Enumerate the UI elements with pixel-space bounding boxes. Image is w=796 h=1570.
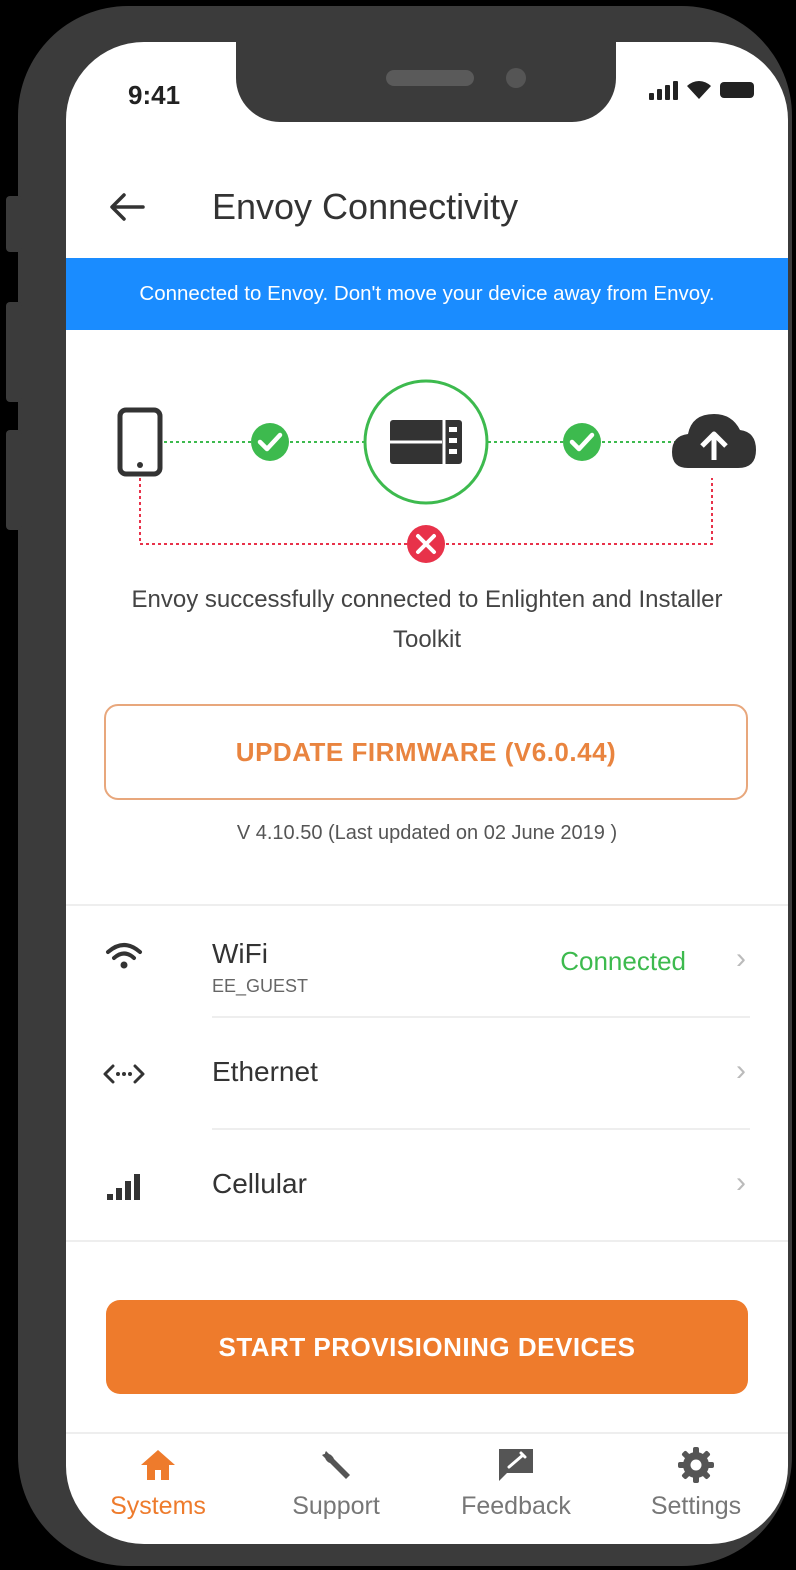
tab-label: Systems <box>110 1492 206 1520</box>
feedback-icon <box>436 1442 596 1488</box>
tab-support[interactable]: Support <box>256 1442 416 1542</box>
tab-label: Feedback <box>461 1492 571 1520</box>
connection-name: Cellular <box>212 1168 307 1199</box>
tab-label: Settings <box>650 1492 742 1520</box>
connection-name: WiFi <box>212 938 268 969</box>
start-provisioning-button[interactable]: START PROVISIONING DEVICES <box>106 1300 748 1394</box>
gear-icon <box>616 1442 776 1488</box>
volume-up-button <box>6 302 22 402</box>
wifi-icon <box>100 936 148 976</box>
home-icon <box>78 1442 238 1488</box>
header: Envoy Connectivity <box>66 172 788 242</box>
divider <box>212 1128 750 1130</box>
chevron-right-icon: › <box>736 1166 746 1199</box>
arrow-left-icon <box>110 193 145 221</box>
tab-label: Support <box>292 1492 380 1520</box>
wifi-status-icon <box>687 81 711 99</box>
cloud-upload-icon <box>672 414 756 468</box>
tab-feedback[interactable]: Feedback <box>436 1442 596 1542</box>
divider <box>66 1240 788 1242</box>
signal-icon <box>649 80 678 100</box>
volume-down-button <box>6 430 22 530</box>
connection-status: Connected <box>560 946 686 976</box>
wrench-icon <box>256 1442 416 1488</box>
page-title: Envoy Connectivity <box>212 186 519 227</box>
chevron-right-icon: › <box>736 942 746 975</box>
x-circle-icon <box>407 525 445 563</box>
smartphone-icon <box>117 407 163 477</box>
notch <box>236 42 616 122</box>
connection-row-ethernet[interactable]: Ethernet › <box>66 1020 788 1132</box>
status-time: 9:41 <box>128 80 181 110</box>
connection-status-message: Envoy successfully connected to Enlighte… <box>131 586 723 653</box>
connection-row-wifi[interactable]: WiFi EE_GUEST Connected › <box>66 908 788 1020</box>
status-icons <box>649 80 754 100</box>
chevron-right-icon: › <box>736 1054 746 1087</box>
speaker <box>386 70 474 86</box>
update-firmware-button[interactable]: UPDATE FIRMWARE (V6.0.44) <box>104 704 748 800</box>
mute-switch <box>6 196 22 252</box>
phone-frame: 9:41 Envoy Connectivity Connected to Env… <box>6 6 792 1566</box>
check-circle-icon <box>563 423 601 461</box>
battery-icon <box>720 82 754 98</box>
divider <box>212 1016 750 1018</box>
back-button[interactable] <box>102 182 152 232</box>
connection-row-cellular[interactable]: Cellular › <box>66 1132 788 1244</box>
camera <box>506 68 526 88</box>
cellular-signal-icon <box>100 1168 148 1208</box>
check-circle-icon <box>251 423 289 461</box>
connection-subtitle: EE_GUEST <box>212 976 309 996</box>
app-screen: 9:41 Envoy Connectivity Connected to Env… <box>66 42 788 1544</box>
divider <box>66 904 788 906</box>
tab-systems[interactable]: Systems <box>78 1442 238 1542</box>
connection-name: Ethernet <box>212 1056 318 1087</box>
tab-settings[interactable]: Settings <box>616 1442 776 1542</box>
firmware-version-text: V 4.10.50 (Last updated on 02 June 2019 … <box>236 822 618 844</box>
envoy-device-icon <box>363 379 489 505</box>
connectivity-diagram <box>117 379 756 563</box>
bottom-tab-bar: Systems Support Feedback Settings <box>66 1432 788 1544</box>
connection-banner: Connected to Envoy. Don't move your devi… <box>66 258 788 330</box>
ethernet-icon <box>100 1054 148 1094</box>
